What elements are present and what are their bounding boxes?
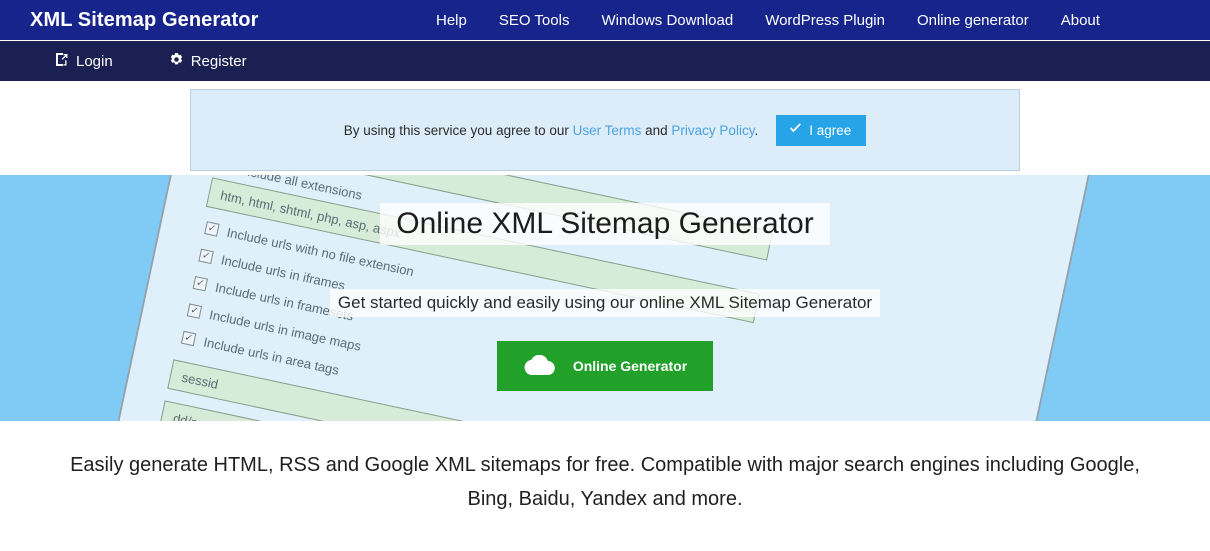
top-navigation-bar: XML Sitemap Generator Help SEO Tools Win… (0, 0, 1210, 40)
nav-item-about[interactable]: About (1045, 12, 1116, 29)
terms-text-before: By using this service you agree to our (343, 122, 573, 138)
terms-banner-region: By using this service you agree to our U… (0, 81, 1210, 175)
terms-banner: By using this service you agree to our U… (190, 89, 1020, 171)
terms-banner-text: By using this service you agree to our U… (344, 123, 758, 138)
nav-item-seo-tools[interactable]: SEO Tools (483, 12, 586, 29)
login-label: Login (76, 52, 113, 70)
online-generator-label: Online Generator (572, 358, 688, 375)
terms-text-between: and (641, 122, 672, 138)
check-icon (789, 123, 802, 137)
gear-icon (169, 52, 184, 70)
terms-text-after: . (754, 122, 759, 138)
privacy-policy-link[interactable]: Privacy Policy (671, 123, 754, 138)
secondary-navigation-bar: Login Register (0, 40, 1210, 81)
nav-item-windows-download[interactable]: Windows Download (585, 12, 749, 29)
nav-item-online-generator[interactable]: Online generator (901, 12, 1045, 29)
i-agree-label: I agree (809, 122, 852, 138)
hero-section: Website address https://XmlSitemapGenera… (0, 175, 1210, 421)
hero-content: Online XML Sitemap Generator Get started… (0, 175, 1210, 421)
sign-in-icon (55, 52, 69, 70)
register-link[interactable]: Register (169, 52, 247, 70)
nav-item-wordpress-plugin[interactable]: WordPress Plugin (749, 12, 901, 29)
nav-item-help[interactable]: Help (420, 12, 483, 29)
site-brand-title[interactable]: XML Sitemap Generator (30, 9, 258, 32)
online-generator-button[interactable]: Online Generator (496, 341, 714, 392)
hero-subtitle: Get started quickly and easily using our… (329, 289, 881, 318)
intro-blurb-section: Easily generate HTML, RSS and Google XML… (0, 421, 1210, 542)
user-terms-link[interactable]: User Terms (573, 123, 642, 138)
i-agree-button[interactable]: I agree (776, 114, 867, 146)
main-menu: Help SEO Tools Windows Download WordPres… (420, 0, 1116, 40)
intro-blurb-text: Easily generate HTML, RSS and Google XML… (70, 453, 1140, 510)
register-label: Register (190, 52, 247, 70)
cloud-icon (523, 354, 555, 378)
login-link[interactable]: Login (55, 52, 113, 70)
hero-title: Online XML Sitemap Generator (380, 203, 830, 245)
